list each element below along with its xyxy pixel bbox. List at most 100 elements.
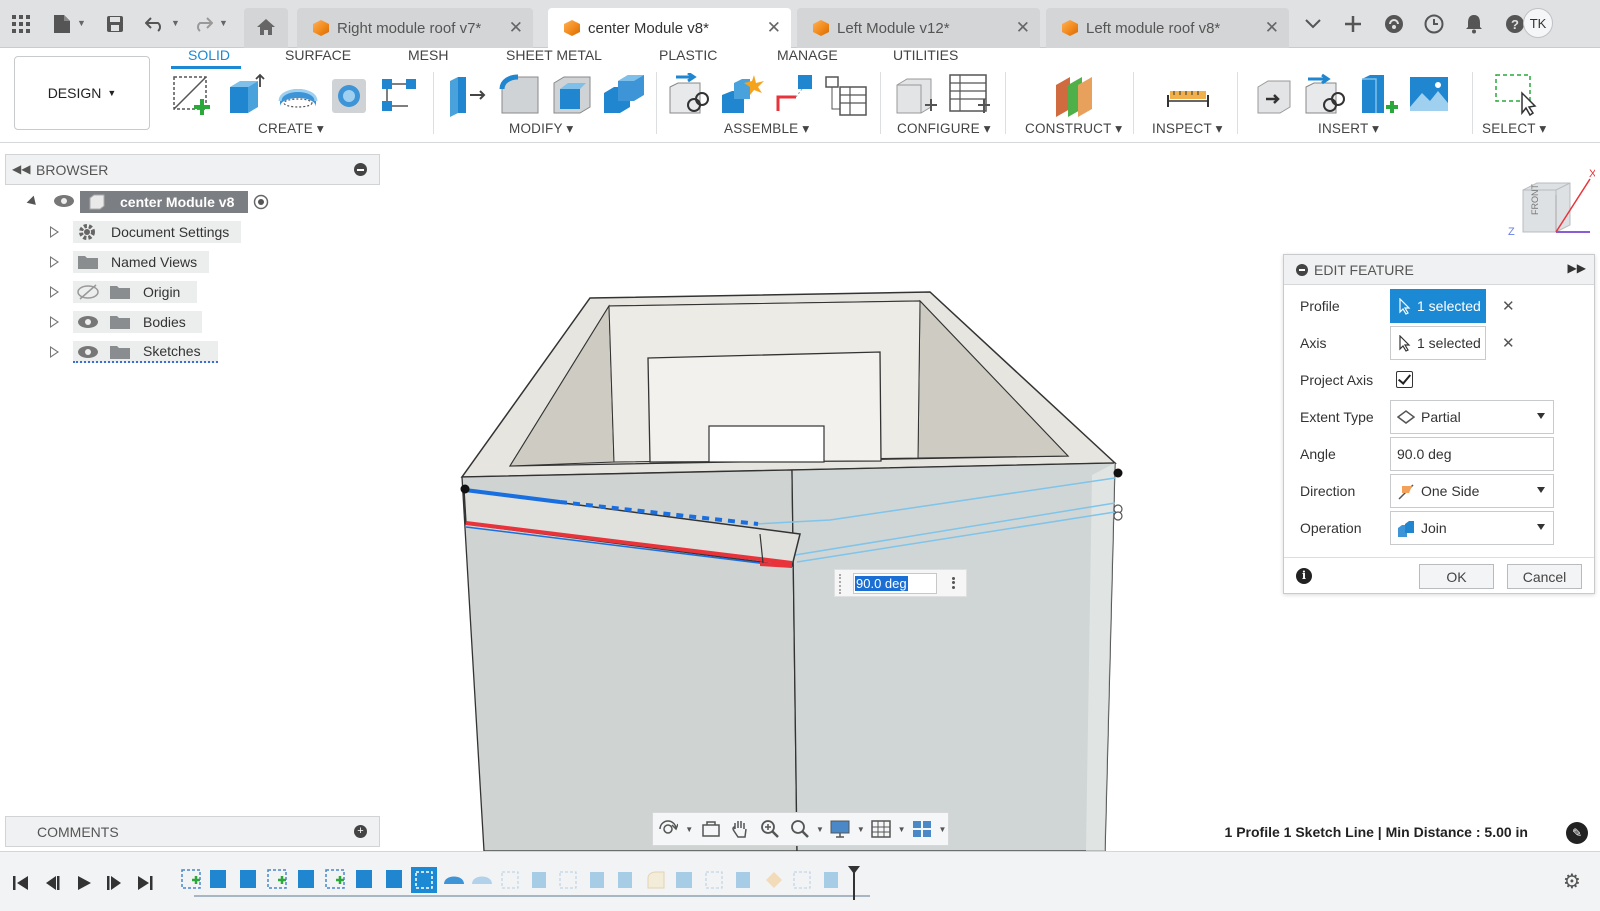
tab-left-module-roof[interactable]: Left module roof v8* ✕ xyxy=(1046,8,1289,48)
look-at-icon[interactable] xyxy=(696,813,726,845)
close-tab-icon[interactable]: ✕ xyxy=(1265,18,1279,38)
expand-arrow-icon[interactable] xyxy=(50,286,59,298)
add-comment-icon[interactable]: + xyxy=(354,825,367,838)
browser-item-bodies[interactable]: Bodies xyxy=(5,307,380,337)
group-insert-menu[interactable]: INSERT ▾ xyxy=(1318,121,1379,137)
browser-item-origin[interactable]: Origin xyxy=(5,277,380,307)
browser-item-sketches[interactable]: Sketches xyxy=(5,337,380,367)
select-window-icon[interactable] xyxy=(1494,73,1537,117)
display-caret-icon[interactable]: ▼ xyxy=(855,813,866,845)
play-icon[interactable] xyxy=(76,875,92,894)
browser-root-row[interactable]: center Module v8 xyxy=(5,187,380,217)
tab-right-module-roof[interactable]: Right module roof v7* ✕ xyxy=(297,8,533,48)
group-select-menu[interactable]: SELECT ▾ xyxy=(1482,121,1546,137)
browser-root-label[interactable]: center Module v8 xyxy=(80,191,248,213)
tab-plastic[interactable]: PLASTIC xyxy=(659,47,717,63)
create-sketch-icon[interactable] xyxy=(170,73,210,115)
hidden-eye-icon[interactable] xyxy=(77,284,99,303)
close-tab-icon[interactable]: ✕ xyxy=(767,18,781,38)
axis-selector[interactable]: 1 selected xyxy=(1390,326,1486,360)
tab-sheet-metal[interactable]: SHEET METAL xyxy=(506,47,602,63)
browser-item-label[interactable]: Named Views xyxy=(73,251,209,273)
browser-item-label[interactable]: Bodies xyxy=(73,311,202,333)
zoom-window-icon[interactable] xyxy=(785,813,815,845)
tab-manage[interactable]: MANAGE xyxy=(777,47,838,63)
comments-header[interactable]: COMMENTS + xyxy=(5,816,380,847)
drag-handle-icon[interactable] xyxy=(839,574,845,594)
minimize-dialog-icon[interactable] xyxy=(1296,264,1308,276)
workspace-switcher-button[interactable]: DESIGN ▼ xyxy=(14,56,150,130)
new-tab-plus-icon[interactable] xyxy=(1340,11,1366,37)
go-to-end-icon[interactable] xyxy=(136,875,154,894)
display-settings-icon[interactable] xyxy=(826,813,856,845)
operation-dropdown[interactable]: Join xyxy=(1390,511,1554,545)
measure-icon[interactable] xyxy=(1166,73,1209,113)
tab-overflow-chevron-icon[interactable] xyxy=(1300,11,1326,37)
go-to-start-icon[interactable] xyxy=(12,875,30,894)
insert-canvas-icon[interactable] xyxy=(1408,73,1448,113)
expand-arrow-icon[interactable] xyxy=(50,316,59,328)
close-tab-icon[interactable]: ✕ xyxy=(1016,18,1030,38)
grid-caret-icon[interactable]: ▼ xyxy=(896,813,907,845)
tab-mesh[interactable]: MESH xyxy=(408,47,448,63)
viewcube[interactable]: FRONT X Z xyxy=(1500,165,1597,245)
hole-icon[interactable] xyxy=(328,73,368,113)
profile-selector[interactable]: 1 selected xyxy=(1390,289,1486,323)
offset-plane-icon[interactable] xyxy=(1052,73,1092,117)
feedback-pencil-icon[interactable]: ✎ xyxy=(1566,822,1588,844)
bill-of-materials-icon[interactable] xyxy=(824,73,867,116)
insert-mesh-icon[interactable] xyxy=(1356,73,1398,113)
more-options-icon[interactable] xyxy=(952,575,956,593)
notifications-bell-icon[interactable] xyxy=(1461,11,1487,37)
expand-arrow-icon[interactable] xyxy=(26,195,40,209)
step-back-icon[interactable] xyxy=(44,875,62,894)
clear-axis-icon[interactable]: ✕ xyxy=(1502,334,1515,352)
info-icon[interactable]: i xyxy=(1296,568,1312,584)
tab-utilities[interactable]: UTILITIES xyxy=(893,47,958,63)
extrude-icon[interactable] xyxy=(224,73,265,113)
pan-hand-icon[interactable] xyxy=(725,813,755,845)
apps-grid-icon[interactable] xyxy=(8,11,34,37)
undo-caret-icon[interactable]: ▼ xyxy=(171,18,181,28)
undo-icon[interactable] xyxy=(142,11,168,37)
activate-component-radio-icon[interactable] xyxy=(253,194,269,213)
direction-dropdown[interactable]: One Side xyxy=(1390,474,1554,508)
group-configure-menu[interactable]: CONFIGURE ▾ xyxy=(897,121,991,137)
visibility-eye-icon[interactable] xyxy=(77,344,99,363)
timeline-features[interactable] xyxy=(180,866,880,900)
pattern-icon[interactable] xyxy=(378,73,418,113)
shell-icon[interactable] xyxy=(550,73,591,114)
extensions-icon[interactable] xyxy=(1381,11,1407,37)
collapse-panel-icon[interactable]: ◀◀ xyxy=(12,162,30,176)
combine-icon[interactable] xyxy=(602,73,644,113)
close-tab-icon[interactable]: ✕ xyxy=(509,18,523,38)
configure-component-icon[interactable] xyxy=(895,73,937,114)
new-component-icon[interactable] xyxy=(668,71,709,114)
joint-icon[interactable] xyxy=(720,73,764,113)
project-axis-checkbox[interactable] xyxy=(1396,371,1413,388)
user-avatar[interactable]: TK xyxy=(1523,8,1553,38)
ok-button[interactable]: OK xyxy=(1419,564,1494,589)
group-modify-menu[interactable]: MODIFY ▾ xyxy=(509,121,573,137)
visibility-eye-icon[interactable] xyxy=(77,314,99,333)
zoom-icon[interactable] xyxy=(755,813,785,845)
viewports-icon[interactable] xyxy=(907,813,937,845)
expand-dialog-icon[interactable]: ▶▶ xyxy=(1568,261,1586,275)
browser-item-label[interactable]: Sketches xyxy=(73,341,218,363)
expand-arrow-icon[interactable] xyxy=(50,226,59,238)
job-status-clock-icon[interactable] xyxy=(1421,11,1447,37)
group-create-menu[interactable]: CREATE ▾ xyxy=(258,121,324,137)
orbit-caret-icon[interactable]: ▼ xyxy=(683,813,696,845)
group-inspect-menu[interactable]: INSPECT ▾ xyxy=(1152,121,1223,137)
group-assemble-menu[interactable]: ASSEMBLE ▾ xyxy=(724,121,809,137)
save-icon[interactable] xyxy=(102,11,128,37)
zoom-caret-icon[interactable]: ▼ xyxy=(814,813,825,845)
home-button[interactable] xyxy=(244,8,288,48)
clear-profile-icon[interactable]: ✕ xyxy=(1502,297,1515,315)
grid-settings-icon[interactable] xyxy=(866,813,896,845)
tab-center-module[interactable]: center Module v8* ✕ xyxy=(548,8,791,48)
visibility-eye-icon[interactable] xyxy=(53,193,75,212)
browser-item-label[interactable]: Document Settings xyxy=(73,221,241,243)
fillet-icon[interactable] xyxy=(498,73,539,114)
redo-icon[interactable] xyxy=(190,11,216,37)
